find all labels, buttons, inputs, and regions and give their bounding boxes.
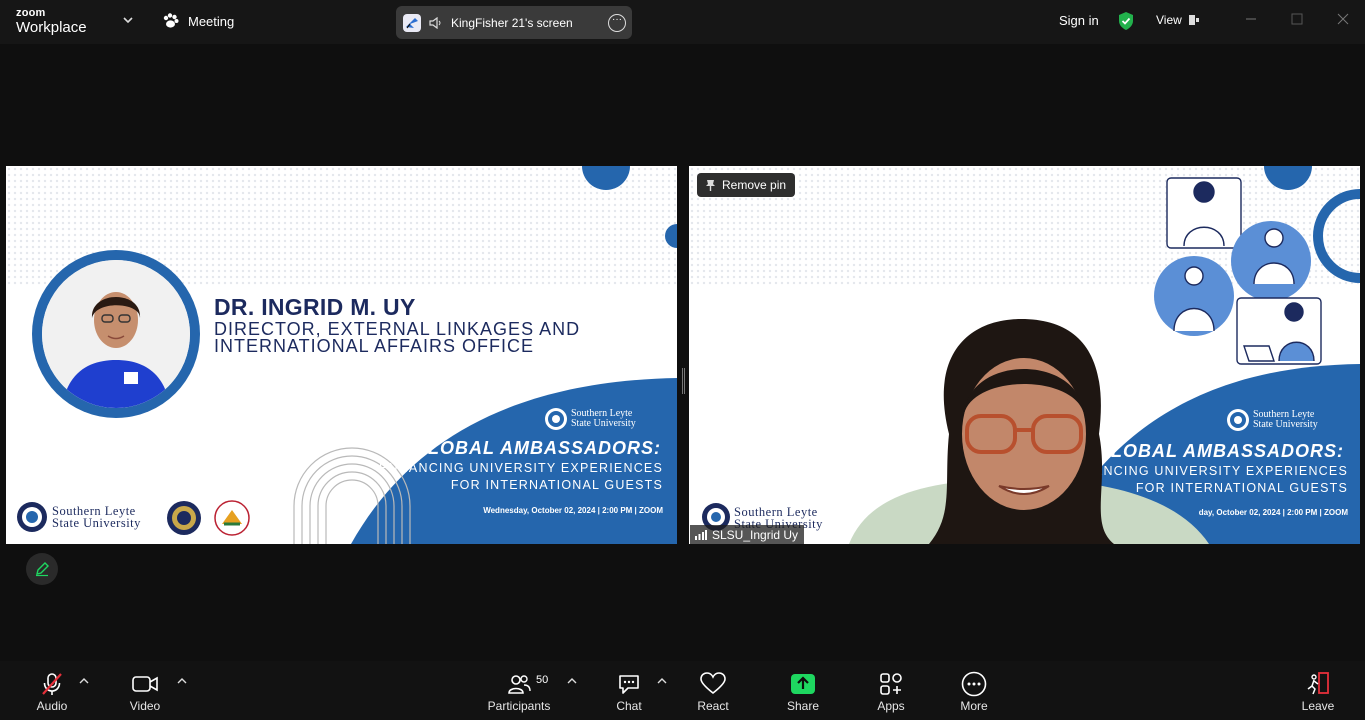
footer-university-name: Southern Leyte State University [52, 505, 141, 530]
react-label: React [697, 699, 729, 713]
apps-button[interactable]: Apps [872, 661, 910, 720]
leave-button[interactable]: Leave [1299, 661, 1337, 720]
participant-name-tag: SLSU_Ingrid Uy [690, 525, 805, 544]
paw-icon [163, 13, 179, 28]
video-button[interactable]: Video [126, 661, 164, 720]
microphone-muted-icon [42, 673, 62, 695]
subtitle-line-1: ENHANCING UNIVERSITY EXPERIENCES [378, 461, 663, 475]
pencil-icon [36, 562, 49, 577]
more-button[interactable]: More [955, 661, 993, 720]
event-title: GLOBAL AMBASSADORS: [413, 438, 661, 458]
view-label: View [1156, 13, 1182, 27]
slsu-logo [17, 502, 47, 532]
sign-in-link[interactable]: Sign in [1059, 13, 1099, 28]
audio-options-caret-icon[interactable] [79, 677, 89, 685]
pinned-video-panel[interactable]: Southern Leyte State University GLOBAL A… [689, 166, 1360, 544]
close-icon[interactable] [1336, 12, 1350, 26]
chat-label: Chat [616, 699, 642, 713]
chat-bubble-icon [619, 675, 639, 694]
chevron-down-icon[interactable] [122, 14, 134, 26]
leave-door-icon [1307, 672, 1329, 695]
participants-options-caret-icon[interactable] [567, 677, 577, 685]
video-camera-icon [132, 676, 158, 692]
more-options-icon[interactable]: ··· [608, 13, 626, 32]
university-seal-small [545, 408, 567, 430]
seal-logo-1 [167, 501, 201, 535]
screen-share-indicator[interactable]: KingFisher 21's screen ··· [396, 6, 632, 39]
share-label: Share [786, 699, 820, 713]
apps-icon [880, 673, 902, 695]
participants-button[interactable]: Participants [486, 661, 552, 720]
apps-label: Apps [877, 699, 905, 713]
share-label: KingFisher 21's screen [451, 15, 573, 30]
role-line-2: INTERNATIONAL AFFAIRS OFFICE [214, 336, 535, 356]
uni-line-2: State University [571, 418, 636, 429]
view-menu[interactable]: View [1156, 13, 1200, 27]
university-wordmark: Southern Leyte State University [1253, 410, 1318, 430]
remove-pin-label: Remove pin [722, 178, 787, 192]
video-label: Video [129, 699, 161, 713]
audio-button[interactable]: Audio [33, 661, 71, 720]
university-wordmark: Southern Leyte State University [571, 409, 636, 429]
university-seal-small [1227, 409, 1249, 431]
more-label: More [960, 699, 988, 713]
speaker-photo [42, 260, 190, 408]
participants-label: Participants [487, 699, 551, 713]
footer-line-2: State University [52, 516, 141, 530]
maximize-icon[interactable] [1290, 12, 1304, 26]
brand-main: Workplace [16, 19, 87, 36]
kingfisher-app-icon [403, 13, 421, 32]
minimize-icon[interactable] [1244, 12, 1258, 26]
share-button[interactable]: Share [783, 661, 823, 720]
leave-label: Leave [1301, 699, 1335, 713]
view-layout-icon [1188, 15, 1199, 25]
pin-icon [706, 179, 715, 191]
event-subtitle: ENHANCING UNIVERSITY EXPERIENCES FOR INT… [379, 460, 663, 494]
heart-icon [700, 672, 726, 695]
speaker-name: DR. INGRID M. UY [214, 294, 416, 320]
participant-name: SLSU_Ingrid Uy [712, 527, 799, 542]
participant-video [849, 319, 1209, 544]
chat-options-caret-icon[interactable] [657, 677, 667, 685]
share-screen-icon [791, 674, 815, 694]
uni-line-2: State University [1253, 419, 1318, 430]
meeting-menu[interactable]: Meeting [162, 13, 234, 29]
title-bar: zoom Workplace Meeting KingFisher 21's s… [0, 0, 1365, 44]
meeting-toolbar: Audio Video Participants 50 Chat React S… [0, 661, 1365, 720]
meeting-label: Meeting [188, 13, 235, 29]
zoom-workplace-logo: zoom Workplace [16, 7, 87, 36]
panel-resize-handle[interactable] [682, 368, 685, 394]
event-date: Wednesday, October 02, 2024 | 2:00 PM | … [483, 506, 663, 515]
video-options-caret-icon[interactable] [177, 677, 187, 685]
signal-bars-icon [695, 530, 707, 540]
audio-label: Audio [36, 699, 68, 713]
shield-check-icon[interactable] [1117, 11, 1135, 31]
shared-screen-panel[interactable]: DR. INGRID M. UY DIRECTOR, EXTERNAL LINK… [6, 166, 677, 544]
participants-count: 50 [536, 674, 549, 686]
react-button[interactable]: React [694, 661, 732, 720]
speaker-role: DIRECTOR, EXTERNAL LINKAGES AND INTERNAT… [214, 320, 614, 356]
annotate-button[interactable] [26, 553, 58, 585]
remove-pin-button[interactable]: Remove pin [697, 173, 796, 197]
subtitle-line-2: FOR INTERNATIONAL GUESTS [450, 478, 663, 492]
chat-button[interactable]: Chat [610, 661, 648, 720]
brand-small: zoom [16, 7, 46, 19]
more-dots-icon [961, 671, 987, 697]
participants-icon [508, 675, 531, 694]
speaker-icon [429, 16, 441, 29]
event-date: day, October 02, 2024 | 2:00 PM | ZOOM [1198, 508, 1348, 517]
seal-logo-2 [214, 500, 250, 536]
